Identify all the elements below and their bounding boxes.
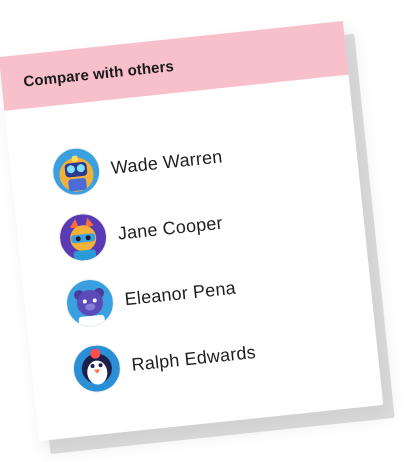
user-item-jane-cooper[interactable]: Jane Cooper	[57, 184, 365, 264]
user-name: Eleanor Pena	[123, 277, 237, 309]
user-name: Jane Cooper	[116, 212, 224, 244]
penguin-avatar-icon	[71, 343, 123, 394]
user-item-eleanor-pena[interactable]: Eleanor Pena	[64, 250, 372, 330]
cat-avatar-icon	[57, 212, 109, 263]
stage: Compare with others Wade Warren Jane Coo…	[0, 0, 408, 462]
user-name: Wade Warren	[109, 145, 224, 178]
user-item-wade-warren[interactable]: Wade Warren	[50, 118, 358, 198]
bear-avatar-icon	[64, 277, 116, 329]
compare-card: Compare with others Wade Warren Jane Coo…	[0, 20, 384, 442]
user-name: Ralph Edwards	[130, 341, 257, 375]
user-item-ralph-edwards[interactable]: Ralph Edwards	[71, 315, 378, 395]
card-title: Compare with others	[22, 57, 175, 91]
robot-avatar-icon	[50, 146, 102, 197]
user-list: Wade Warren Jane Cooper Eleanor Pena Ral…	[4, 75, 378, 400]
